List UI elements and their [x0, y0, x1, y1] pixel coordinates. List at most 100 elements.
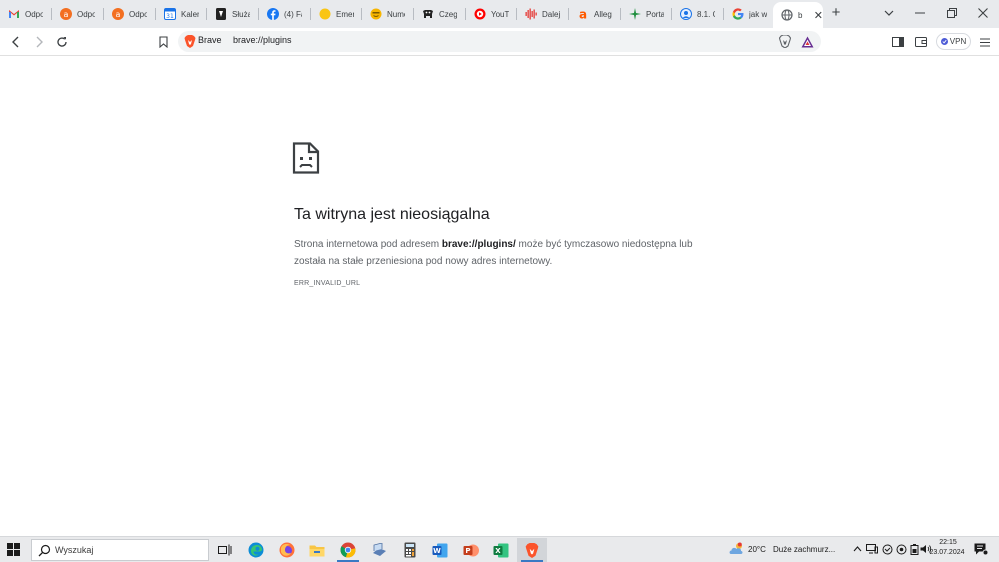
tab-dalej[interactable]: Dalej	[517, 4, 569, 24]
globe-blue-icon	[680, 8, 692, 20]
svg-text:a: a	[116, 10, 121, 19]
tab-title: Służa	[232, 9, 250, 19]
error-title: Ta witryna jest nieosiągalna	[294, 206, 490, 223]
tab-title: Portal	[646, 9, 664, 19]
new-tab-button[interactable]: +	[829, 5, 843, 20]
taskbar-search-input[interactable]: Wyszukaj	[31, 539, 209, 561]
orange-a-icon: a	[112, 8, 124, 20]
file-explorer-icon[interactable]	[302, 538, 332, 562]
tab-title: b	[798, 10, 803, 20]
tab-search-dropdown-icon[interactable]	[878, 4, 900, 22]
tab-81c[interactable]: 8.1. C	[672, 4, 724, 24]
smiley-icon	[370, 8, 382, 20]
clock-date[interactable]: 23.07.2024	[926, 549, 968, 556]
svg-text:a: a	[579, 8, 587, 20]
globe-icon	[781, 9, 793, 21]
url-text[interactable]: brave://plugins	[233, 35, 292, 45]
tab-emer[interactable]: Emer	[311, 4, 362, 24]
tab-title: YouTu	[491, 9, 509, 19]
tab-kalendarz[interactable]: 31 Kalen	[156, 4, 207, 24]
error-message: Strona internetowa pod adresem brave://p…	[294, 236, 714, 270]
facebook-icon	[267, 8, 279, 20]
tab-nume[interactable]: Nume	[362, 4, 414, 24]
svg-text:W: W	[433, 547, 441, 555]
tab-title: Dalej	[542, 9, 560, 19]
forward-button[interactable]	[30, 33, 48, 51]
tab-portal[interactable]: Portal	[621, 4, 672, 24]
tab-google[interactable]: jak w	[724, 4, 774, 24]
tab-gmail[interactable]: Odpo	[0, 4, 52, 24]
tab-title: jak w	[749, 9, 767, 19]
weather-cloudy-icon[interactable]	[729, 541, 745, 557]
tab-title: Allegr	[594, 9, 612, 19]
word-icon[interactable]: W	[425, 538, 455, 562]
address-bar[interactable]: Brave brave://plugins	[178, 31, 821, 52]
tab-title: (4) Fa	[284, 9, 302, 19]
bookmark-icon[interactable]	[154, 33, 172, 51]
edge-icon[interactable]	[241, 538, 271, 562]
vpn-label: VPN	[949, 37, 967, 46]
sad-document-icon	[292, 142, 320, 174]
tab-allegro[interactable]: a Allegr	[569, 4, 621, 24]
brave-shields-icon[interactable]	[778, 34, 792, 49]
menu-icon[interactable]	[976, 33, 994, 51]
reload-button[interactable]	[53, 33, 71, 51]
search-placeholder: Wyszukaj	[55, 545, 94, 555]
restore-button[interactable]	[941, 4, 963, 22]
brave-taskbar-icon[interactable]	[517, 538, 547, 562]
yellow-circle-icon	[319, 8, 331, 20]
tab-youtube[interactable]: YouTu	[466, 4, 517, 24]
brave-rewards-icon[interactable]	[800, 34, 814, 49]
close-window-button[interactable]	[972, 4, 994, 22]
error-code: ERR_INVALID_URL	[294, 280, 361, 287]
tab-czego[interactable]: Czego	[414, 4, 466, 24]
tab-title: Odpo	[25, 9, 43, 19]
tab-sluza[interactable]: Służa	[207, 4, 259, 24]
svg-text:P: P	[465, 547, 470, 555]
gmail-icon	[8, 8, 20, 20]
svg-text:a: a	[64, 10, 69, 19]
tab-odpo-3[interactable]: a Odpo	[104, 4, 156, 24]
allegro-icon: a	[577, 8, 589, 20]
soundwave-icon	[525, 8, 537, 20]
powerpoint-icon[interactable]: P	[456, 538, 486, 562]
toolbar: Brave brave://plugins VPN	[0, 28, 999, 56]
error-url: brave://plugins/	[441, 239, 516, 250]
brave-label: Brave	[198, 35, 222, 45]
tab-close-icon[interactable]: ✕	[814, 9, 823, 22]
battery-tray-icon[interactable]	[908, 543, 920, 555]
network-tray-icon[interactable]	[866, 543, 878, 555]
back-button[interactable]	[7, 33, 25, 51]
notification-center-icon[interactable]	[974, 543, 989, 556]
brave-lion-icon	[184, 35, 196, 48]
task-view-icon[interactable]	[210, 538, 240, 562]
meet-tray-icon[interactable]	[895, 543, 907, 555]
tray-overflow-icon[interactable]	[851, 543, 863, 555]
tab-facebook[interactable]: (4) Fa	[259, 4, 311, 24]
minimize-button[interactable]	[909, 4, 931, 22]
windows-taskbar: Wyszukaj W P X 20°C Duże zachmurz... 22:…	[0, 536, 999, 562]
network-app-icon[interactable]	[364, 538, 394, 562]
tab-title: Nume	[387, 9, 405, 19]
windows-start-icon[interactable]	[7, 543, 20, 556]
firefox-icon[interactable]	[272, 538, 302, 562]
clock-time[interactable]: 22:15	[936, 539, 960, 546]
vpn-button[interactable]: VPN	[936, 33, 971, 50]
sync-tray-icon[interactable]	[881, 543, 893, 555]
excel-icon[interactable]: X	[486, 538, 516, 562]
tab-odpo-2[interactable]: a Odpo	[52, 4, 104, 24]
star-green-icon	[629, 8, 641, 20]
tab-active[interactable]: b ✕	[773, 2, 823, 28]
wallet-icon[interactable]	[912, 33, 930, 51]
tab-title: Emer	[336, 9, 354, 19]
svg-text:31: 31	[166, 13, 174, 20]
tab-title: Odpo	[129, 9, 147, 19]
error-message-prefix: Strona internetowa pod adresem	[294, 239, 442, 250]
calendar-icon: 31	[164, 8, 176, 20]
weather-description: Duże zachmurz...	[773, 545, 836, 554]
tab-title: 8.1. C	[697, 9, 715, 19]
chrome-icon[interactable]	[333, 538, 363, 562]
calculator-icon[interactable]	[395, 538, 425, 562]
sidebar-toggle-icon[interactable]	[889, 33, 907, 51]
vpn-shield-icon	[940, 38, 948, 45]
